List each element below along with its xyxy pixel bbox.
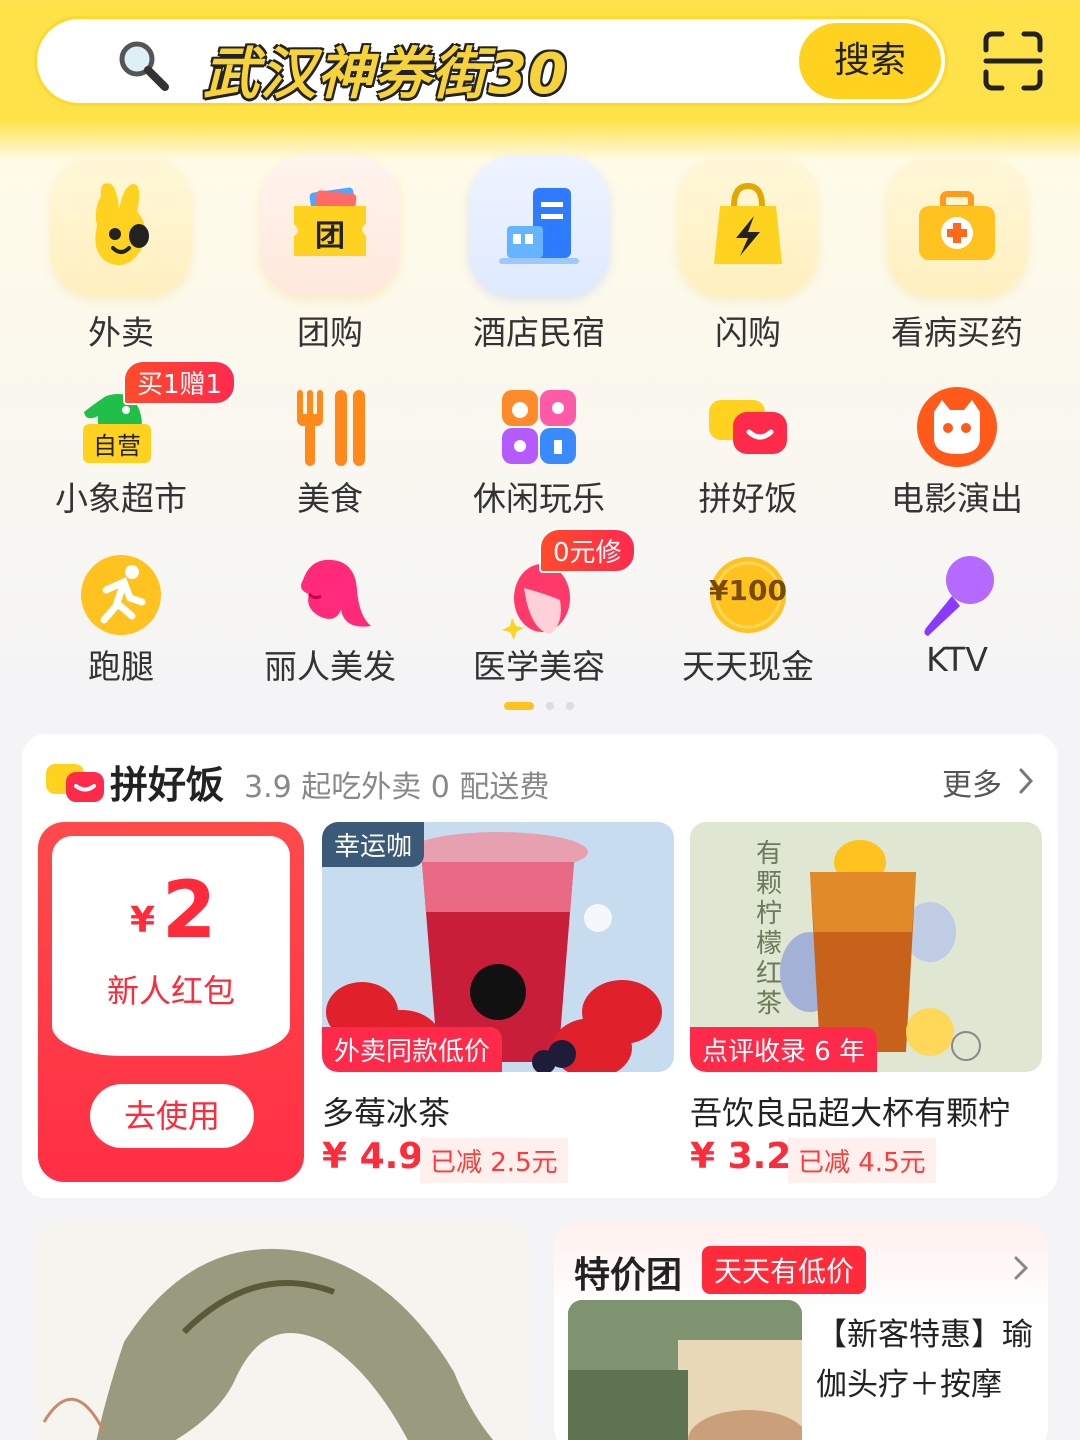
product-name: 吾饮良品超大杯有颗柠 xyxy=(690,1094,1011,1132)
pinhaofan-card: 拼好饭 3.9 起吃外卖 0 配送费 更多 ¥ 2 新人红包 去使用 幸运咖 外… xyxy=(22,734,1058,1198)
cat-movie-icon xyxy=(917,387,997,467)
category-medicine[interactable]: 看病买药 xyxy=(857,150,1057,352)
scan-icon[interactable] xyxy=(982,30,1044,92)
category-waimai[interactable]: 外卖 xyxy=(21,150,221,352)
special-deal-card[interactable]: 特价团 天天有低价 【新客特惠】瑜伽头疗＋按摩 xyxy=(554,1222,1048,1440)
chevron-right-icon[interactable] xyxy=(1012,1254,1030,1282)
coupon-amount: 2 xyxy=(162,866,217,956)
svg-text:颗: 颗 xyxy=(756,869,782,899)
svg-text:有: 有 xyxy=(756,839,782,869)
page-dot xyxy=(546,702,554,710)
category-medical-beauty[interactable]: 0元修 医学美容 xyxy=(439,528,639,690)
category-label: 医学美容 xyxy=(473,647,605,686)
waimai-rabbit-icon xyxy=(95,183,149,266)
category-tile: 团 xyxy=(260,156,400,296)
product-image: 有 颗 柠 檬 红 茶 点评收录 6 年 xyxy=(690,822,1042,1072)
category-tile xyxy=(51,156,191,296)
runner-icon xyxy=(81,555,161,635)
cash-coin-text: ¥100 xyxy=(709,574,787,607)
hair-beauty-icon xyxy=(301,559,371,627)
category-label: 休闲玩乐 xyxy=(473,479,605,518)
category-tile xyxy=(678,156,818,296)
more-link[interactable]: 更多 xyxy=(942,760,1002,804)
category-label: 小象超市 xyxy=(55,479,187,518)
deal-title: 特价团 xyxy=(574,1255,683,1296)
shrimp-photo xyxy=(34,1222,530,1440)
svg-text:茶: 茶 xyxy=(756,989,782,1019)
svg-text:红: 红 xyxy=(756,959,782,989)
product-price: ¥ 3.2 xyxy=(690,1136,792,1177)
category-label: 天天现金 xyxy=(682,647,814,686)
category-shangou[interactable]: 闪购 xyxy=(648,150,848,352)
coupon-name: 新人红包 xyxy=(106,972,235,1010)
deal-image xyxy=(568,1300,802,1440)
category-label: KTV xyxy=(926,640,988,679)
category-tuangou[interactable]: 团 团购 xyxy=(230,150,430,352)
category-cash[interactable]: ¥100 天天现金 xyxy=(648,540,848,690)
svg-text:柠: 柠 xyxy=(756,899,782,929)
category-label: 电影演出 xyxy=(891,479,1023,518)
category-label: 拼好饭 xyxy=(698,479,798,518)
category-ktv[interactable]: KTV xyxy=(857,540,1057,690)
top-bar: 武汉神券街30 搜索 xyxy=(0,0,1080,130)
category-label: 跑腿 xyxy=(88,647,154,686)
category-tile xyxy=(887,156,1027,296)
category-label: 看病买药 xyxy=(891,313,1023,352)
category-leisure[interactable]: 休闲玩乐 xyxy=(439,372,639,522)
microphone-icon xyxy=(924,556,994,636)
deal-badge: 天天有低价 xyxy=(702,1246,867,1294)
category-label: 丽人美发 xyxy=(264,647,396,686)
brand-tag: 幸运咖 xyxy=(322,822,425,867)
category-label: 外卖 xyxy=(88,313,154,352)
medicine-kit-icon xyxy=(919,191,995,260)
svg-text:檬: 檬 xyxy=(756,929,782,959)
category-label: 美食 xyxy=(297,479,363,518)
chevron-right-icon[interactable] xyxy=(1016,766,1036,796)
category-pinhaofan[interactable]: 拼好饭 xyxy=(648,372,848,522)
category-movie[interactable]: 电影演出 xyxy=(857,372,1057,522)
promo-tag: 点评收录 6 年 xyxy=(690,1027,878,1072)
fork-knife-icon xyxy=(297,390,365,466)
promo-badge: 0元修 xyxy=(539,528,636,573)
pinhaofan-logo-icon xyxy=(46,764,104,802)
page-dot-active xyxy=(504,702,534,710)
category-hotel[interactable]: 酒店民宿 xyxy=(439,150,639,352)
deal-description: 【新客特惠】瑜伽头疗＋按摩 xyxy=(816,1317,1033,1403)
promo-badge: 买1赠1 xyxy=(123,360,237,405)
hotel-building-icon xyxy=(499,188,579,264)
pinhaofan-bowl-icon xyxy=(709,400,787,454)
search-icon xyxy=(119,41,169,91)
svg-text:团: 团 xyxy=(315,219,345,254)
feed-image-card[interactable] xyxy=(34,1222,530,1440)
flash-bag-icon xyxy=(714,182,782,264)
category-label: 闪购 xyxy=(715,313,781,352)
search-input[interactable]: 武汉神券街30 搜索 xyxy=(34,16,948,107)
use-coupon-button[interactable]: 去使用 xyxy=(90,1084,254,1148)
new-user-coupon[interactable]: ¥ 2 新人红包 去使用 xyxy=(38,822,304,1182)
category-label: 团购 xyxy=(297,313,363,352)
product-image: 幸运咖 外卖同款低价 xyxy=(322,822,674,1072)
coupon-currency: ¥ xyxy=(130,900,156,941)
category-tile xyxy=(469,156,609,296)
coupon-body: ¥ 2 新人红包 xyxy=(52,836,290,1056)
product-name: 多莓冰茶 xyxy=(322,1094,451,1132)
search-button[interactable]: 搜索 xyxy=(799,23,941,99)
product-price: ¥ 4.9 xyxy=(322,1136,424,1177)
search-query: 武汉神券街30 xyxy=(203,42,568,107)
section-subtitle: 3.9 起吃外卖 0 配送费 xyxy=(244,770,550,805)
leisure-grid-icon xyxy=(502,390,576,464)
self-operated-badge: 自营 xyxy=(83,424,151,463)
category-label: 酒店民宿 xyxy=(473,313,605,352)
section-title: 拼好饭 xyxy=(110,763,225,807)
category-beauty[interactable]: 丽人美发 xyxy=(230,540,430,690)
category-xiaoxiang[interactable]: 买1赠1 自营 小象超市 xyxy=(21,360,237,522)
page-dot xyxy=(566,702,574,710)
discount-tag: 已减 4.5元 xyxy=(788,1138,936,1183)
discount-tag: 已减 2.5元 xyxy=(420,1138,568,1183)
category-food[interactable]: 美食 xyxy=(230,372,430,522)
category-errand[interactable]: 跑腿 xyxy=(21,540,221,690)
tuangou-ticket-icon: 团 xyxy=(294,187,366,256)
promo-tag: 外卖同款低价 xyxy=(322,1027,503,1072)
